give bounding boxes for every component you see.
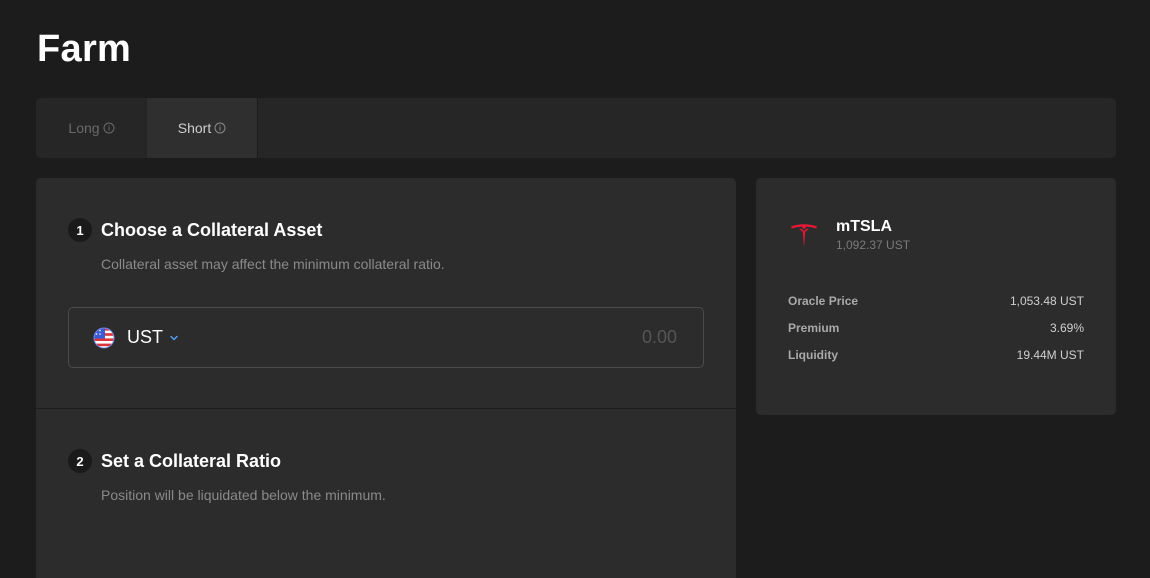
- stat-row-oracle-price: Oracle Price 1,053.48 UST: [788, 294, 1084, 321]
- step-title: Set a Collateral Ratio: [101, 450, 282, 471]
- step-1-header: 1 Choose a Collateral Asset: [68, 218, 322, 242]
- collateral-amount-field: UST: [68, 307, 704, 368]
- asset-info-card: mTSLA 1,092.37 UST Oracle Price 1,053.48…: [756, 178, 1116, 415]
- collateral-ratio-section: 2 Set a Collateral Ratio Position will b…: [36, 409, 736, 578]
- us-flag-icon[interactable]: [93, 327, 115, 349]
- collateral-asset-selector[interactable]: UST: [127, 327, 163, 348]
- asset-name: mTSLA: [836, 218, 892, 235]
- stat-label: Oracle Price: [788, 294, 859, 308]
- collateral-amount-input[interactable]: [475, 326, 679, 349]
- page-title: Farm: [37, 28, 132, 70]
- position-tabs: Long Short: [36, 98, 1116, 158]
- step-number-badge: 2: [68, 449, 92, 473]
- asset-stats: Oracle Price 1,053.48 UST Premium 3.69% …: [788, 294, 1084, 375]
- asset-text: mTSLA 1,092.37 UST: [836, 218, 910, 252]
- short-form-card: 1 Choose a Collateral Asset Collateral a…: [36, 178, 736, 578]
- stat-row-premium: Premium 3.69%: [788, 321, 1084, 348]
- step-description: Collateral asset may affect the minimum …: [101, 256, 445, 272]
- tesla-logo-icon: [791, 224, 817, 248]
- tab-short-label: Short: [177, 120, 212, 136]
- asset-price: 1,092.37 UST: [836, 238, 911, 252]
- step-description: Position will be liquidated below the mi…: [101, 487, 386, 503]
- collateral-asset-section: 1 Choose a Collateral Asset Collateral a…: [36, 178, 736, 409]
- step-title: Choose a Collateral Asset: [101, 219, 323, 240]
- stat-value: 1,053.48 UST: [1009, 294, 1084, 308]
- tab-short[interactable]: Short: [147, 98, 258, 158]
- step-2-header: 2 Set a Collateral Ratio: [68, 449, 281, 473]
- info-icon[interactable]: [214, 122, 226, 134]
- step-number-badge: 1: [68, 218, 92, 242]
- info-icon[interactable]: [103, 122, 115, 134]
- stat-label: Premium: [788, 321, 840, 335]
- chevron-down-icon[interactable]: [169, 333, 179, 343]
- asset-header: mTSLA 1,092.37 UST: [788, 218, 910, 252]
- tab-long[interactable]: Long: [36, 98, 147, 158]
- stat-label: Liquidity: [788, 348, 838, 362]
- tab-long-label: Long: [68, 120, 100, 136]
- stat-row-liquidity: Liquidity 19.44M UST: [788, 348, 1084, 375]
- stat-value: 19.44M UST: [1016, 348, 1084, 362]
- stat-value: 3.69%: [1049, 321, 1084, 335]
